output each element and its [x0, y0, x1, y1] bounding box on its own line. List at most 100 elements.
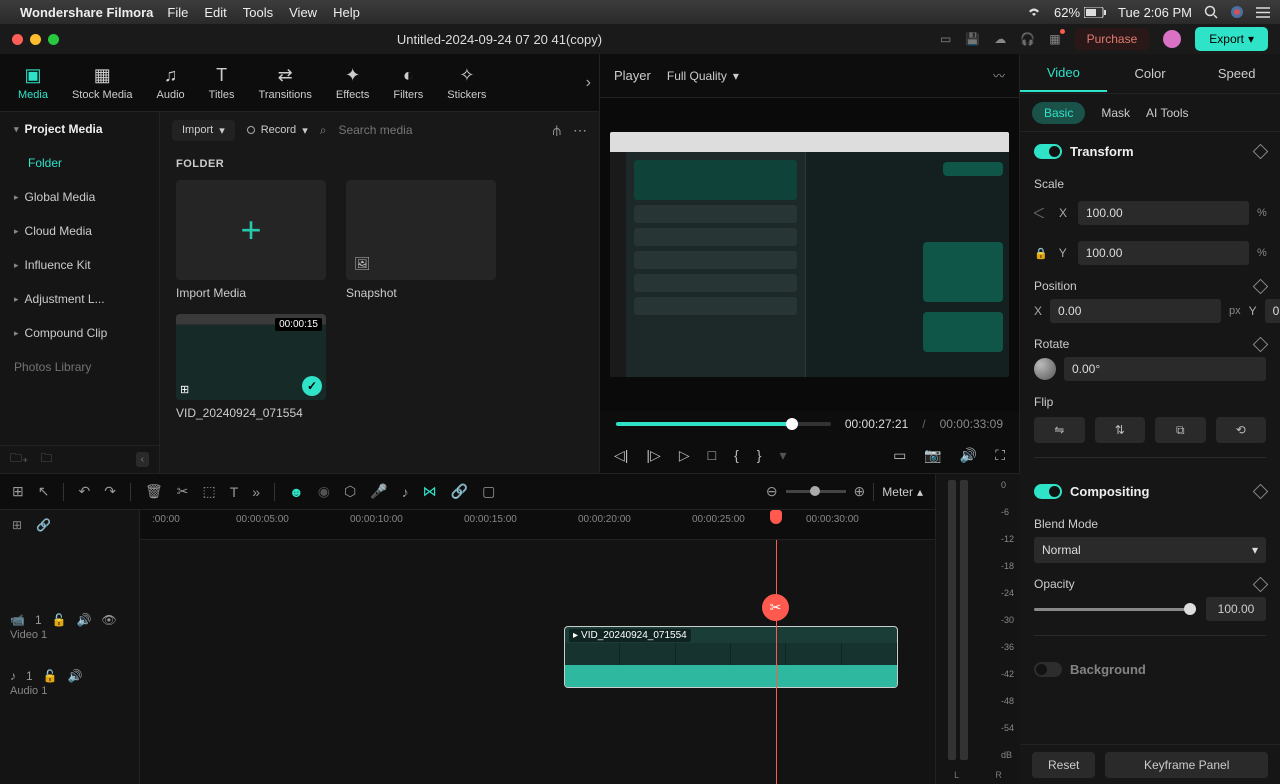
maximize-window[interactable]: [48, 34, 59, 45]
meter-toggle[interactable]: Meter▴: [882, 485, 923, 499]
clock[interactable]: Tue 2:06 PM: [1118, 5, 1192, 20]
ai-icon[interactable]: ☻: [289, 484, 304, 500]
timeline-ruler[interactable]: :00:00 00:00:05:00 00:00:10:00 00:00:15:…: [140, 510, 935, 540]
tab-stickers[interactable]: ✧Stickers: [437, 61, 496, 105]
menu-edit[interactable]: Edit: [204, 5, 226, 20]
fullscreen-icon[interactable]: ⛶: [995, 447, 1005, 464]
save-icon[interactable]: 💾: [965, 32, 980, 46]
keyframe-panel-button[interactable]: Keyframe Panel: [1105, 752, 1268, 778]
compositing-toggle[interactable]: [1034, 484, 1062, 499]
timeline-canvas[interactable]: ✂ ▸VID_20240924_071554: [140, 540, 935, 784]
headphones-icon[interactable]: 🎧: [1020, 32, 1035, 46]
cut-icon[interactable]: ✂: [762, 594, 789, 621]
templates-icon[interactable]: ⊞: [12, 483, 24, 500]
tab-titles[interactable]: TTitles: [199, 61, 245, 105]
volume-icon[interactable]: 🔊: [960, 447, 977, 464]
rotate-input[interactable]: [1064, 357, 1266, 381]
subtab-ai-tools[interactable]: AI Tools: [1146, 106, 1188, 120]
more-tools-icon[interactable]: »: [252, 484, 260, 500]
playhead[interactable]: ✂: [776, 540, 777, 784]
tab-filters[interactable]: ◐Filters: [383, 61, 433, 105]
user-avatar[interactable]: [1163, 30, 1181, 48]
spotlight-icon[interactable]: [1204, 5, 1218, 19]
cursor-icon[interactable]: ↖: [38, 483, 50, 500]
position-y-input[interactable]: [1265, 299, 1280, 323]
inspector-tab-video[interactable]: Video: [1020, 55, 1107, 92]
flip-vertical-button[interactable]: ⇅: [1095, 417, 1146, 443]
import-dropdown[interactable]: Import▾: [172, 120, 235, 141]
sidebar-item-cloud-media[interactable]: ▸Cloud Media: [0, 214, 159, 248]
lock-icon[interactable]: 🔓: [52, 613, 67, 627]
snapshot-tile[interactable]: 🖼 Snapshot: [346, 180, 496, 300]
sidebar-item-project-media[interactable]: ▾Project Media: [0, 112, 159, 146]
display-icon[interactable]: ▭: [893, 447, 906, 464]
battery-status[interactable]: 62%: [1054, 5, 1106, 20]
mute-icon[interactable]: 🔊: [68, 669, 83, 683]
inspector-tab-color[interactable]: Color: [1107, 56, 1194, 91]
menu-tools[interactable]: Tools: [243, 5, 273, 20]
tab-transitions[interactable]: ⇄Transitions: [249, 61, 322, 105]
music-icon[interactable]: ♪: [402, 484, 409, 500]
shield-icon[interactable]: ⬡: [344, 483, 356, 500]
crop-icon[interactable]: ⬚: [202, 483, 215, 500]
sidebar-collapse-icon[interactable]: ‹: [136, 452, 149, 467]
mute-icon[interactable]: 🔊: [77, 613, 92, 627]
media-clip-tile[interactable]: 00:00:15 ✓ ⊞ VID_20240924_071554: [176, 314, 326, 420]
split-icon[interactable]: ✂: [177, 483, 189, 500]
keyframe-icon[interactable]: [1253, 576, 1269, 592]
track-add-icon[interactable]: ⊞: [12, 518, 22, 532]
marker-add-icon[interactable]: ▢: [482, 483, 495, 500]
rotate-dial[interactable]: [1034, 358, 1056, 380]
mark-in-icon[interactable]: {: [734, 447, 739, 463]
tab-audio[interactable]: ♫Audio: [147, 61, 195, 105]
tab-effects[interactable]: ✦Effects: [326, 61, 379, 105]
sidebar-folder[interactable]: Folder: [0, 146, 159, 180]
position-x-input[interactable]: [1050, 299, 1221, 323]
menu-help[interactable]: Help: [333, 5, 360, 20]
inspector-tab-speed[interactable]: Speed: [1193, 56, 1280, 91]
sidebar-item-influence-kit[interactable]: ▸Influence Kit: [0, 248, 159, 282]
keyframe-icon[interactable]: [1253, 278, 1269, 294]
minimize-window[interactable]: [30, 34, 41, 45]
track-link-icon[interactable]: 🔗: [36, 518, 51, 532]
text-icon[interactable]: T: [230, 484, 239, 500]
stop-icon[interactable]: □: [708, 447, 716, 463]
subtab-basic[interactable]: Basic: [1032, 102, 1085, 124]
menu-file[interactable]: File: [167, 5, 188, 20]
video-track-head[interactable]: 📹1🔓🔊👁 Video 1: [0, 596, 139, 658]
control-center-icon[interactable]: [1256, 7, 1270, 18]
scale-x-input[interactable]: [1078, 201, 1249, 225]
audio-track-head[interactable]: ♪1🔓🔊 Audio 1: [0, 658, 139, 708]
import-media-tile[interactable]: + Import Media: [176, 180, 326, 300]
flip-copy-button[interactable]: ⧉: [1155, 417, 1206, 443]
tab-media[interactable]: ▣Media: [8, 61, 58, 105]
link-icon[interactable]: 🔗: [451, 483, 468, 500]
progress-slider[interactable]: [616, 422, 831, 426]
app-name[interactable]: Wondershare Filmora: [20, 5, 153, 20]
wifi-icon[interactable]: [1026, 6, 1042, 18]
filter-icon[interactable]: ⫛: [553, 122, 561, 139]
background-toggle[interactable]: [1034, 662, 1062, 677]
mic-icon[interactable]: 🎤: [370, 483, 387, 500]
new-folder-icon[interactable]: 🗀₊: [10, 449, 28, 470]
menu-view[interactable]: View: [289, 5, 317, 20]
tab-stock-media[interactable]: ▦Stock Media: [62, 61, 143, 105]
keyframe-icon[interactable]: [1253, 484, 1269, 500]
prev-frame-icon[interactable]: ◁|: [614, 447, 628, 464]
sidebar-item-global-media[interactable]: ▸Global Media: [0, 180, 159, 214]
snapshot-icon[interactable]: 📷: [924, 447, 941, 464]
search-input[interactable]: [338, 123, 540, 137]
zoom-slider[interactable]: [786, 490, 846, 493]
flip-horizontal-button[interactable]: ⇋: [1034, 417, 1085, 443]
marker-icon[interactable]: ▾: [779, 447, 786, 464]
play-icon[interactable]: ▷: [679, 447, 690, 464]
tabs-more-icon[interactable]: ›: [586, 74, 591, 92]
blend-mode-select[interactable]: Normal▾: [1034, 537, 1266, 563]
sidebar-item-adjustment[interactable]: ▸Adjustment L...: [0, 282, 159, 316]
more-icon[interactable]: ⋯: [573, 122, 587, 139]
traffic-lights[interactable]: [12, 34, 59, 45]
quality-dropdown[interactable]: Full Quality▾: [667, 69, 739, 83]
mark-out-icon[interactable]: }: [757, 447, 762, 463]
scopes-icon[interactable]: 〰: [993, 67, 1005, 84]
keyframe-icon[interactable]: [1253, 336, 1269, 352]
